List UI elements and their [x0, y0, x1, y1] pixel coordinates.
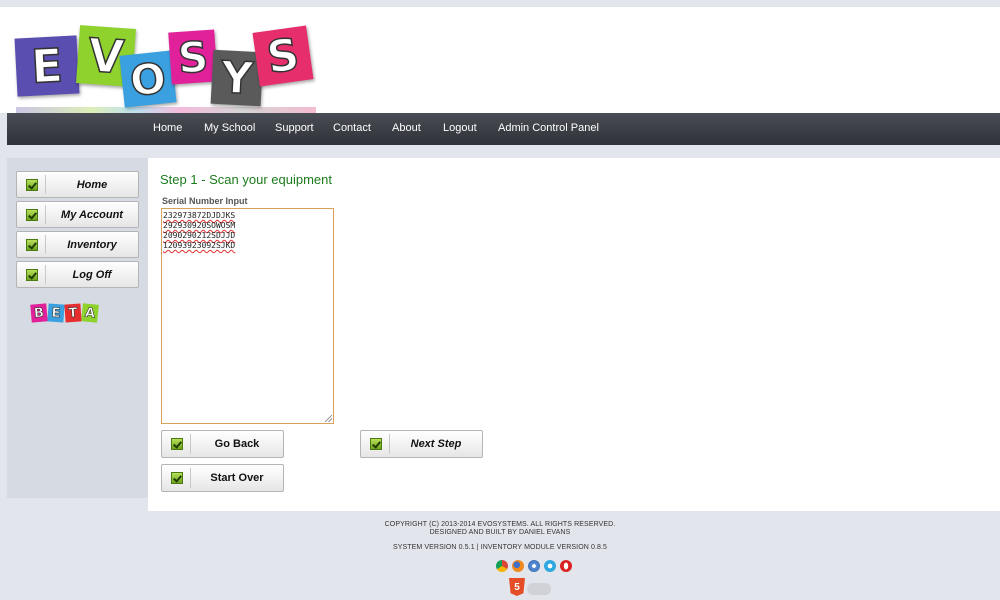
footer: COPYRIGHT (C) 2013-2014 EVOSYSTEMS. ALL … — [0, 511, 1000, 600]
version-text: SYSTEM VERSION 0.5.1 | INVENTORY MODULE … — [392, 544, 608, 551]
beta-letter-e: E — [47, 303, 65, 323]
ie-icon — [544, 560, 556, 572]
check-icon — [171, 438, 183, 450]
sidebar-item-label: My Account — [61, 208, 123, 221]
go-back-label: Go Back — [214, 438, 260, 450]
sidebar-item-inventory[interactable]: Inventory — [16, 231, 139, 258]
nav-contact[interactable]: Contact — [333, 113, 371, 145]
check-icon — [370, 438, 382, 450]
main-content: Step 1 - Scan your equipment Serial Numb… — [148, 158, 1000, 511]
logo-tile-e: E — [14, 35, 80, 97]
check-icon — [26, 179, 38, 191]
beta-letter-t: T — [64, 303, 82, 323]
html5-icon: 5 — [509, 578, 525, 596]
beta-letter-b: B — [30, 303, 48, 323]
top-strip — [0, 0, 1000, 7]
chrome-icon — [496, 560, 508, 572]
opera-icon — [560, 560, 572, 572]
nav-admin-control-panel[interactable]: Admin Control Panel — [498, 113, 599, 145]
sidebar-item-home[interactable]: Home — [16, 171, 139, 198]
firefox-icon — [512, 560, 524, 572]
start-over-label: Start Over — [210, 472, 264, 484]
sidebar-item-label: Home — [76, 178, 108, 191]
designed-by-text: DESIGNED AND BUILT BY DANIEL EVANS — [429, 529, 571, 536]
sidebar-item-label: Inventory — [67, 238, 117, 251]
serial-number-input[interactable]: 232973872DJDJKS 292930920SOWOSM 20902902… — [161, 208, 334, 424]
serial-line: 292930920SOWOSM — [163, 221, 236, 230]
serial-number-label: Serial Number Input — [162, 196, 248, 206]
sidebar: Home My Account Inventory Log Off B E T … — [7, 158, 148, 498]
sidebar-item-log-off[interactable]: Log Off — [16, 261, 139, 288]
beta-badge: B E T A — [30, 303, 101, 324]
serial-line: 232973872DJDJKS — [163, 211, 236, 220]
go-back-button[interactable]: Go Back — [161, 430, 284, 458]
next-step-label: Next Step — [410, 438, 462, 450]
resize-grip-icon[interactable] — [325, 415, 332, 422]
safari-icon — [528, 560, 540, 572]
copyright-text: COPYRIGHT (C) 2013-2014 EVOSYSTEMS. ALL … — [384, 521, 616, 528]
html5-tech-icons — [527, 583, 551, 595]
serial-line: 2090290212SDJJD — [163, 231, 236, 240]
nav-my-school[interactable]: My School — [204, 113, 255, 145]
header: E V O S Y S — [0, 7, 1000, 120]
check-icon — [171, 472, 183, 484]
main-nav: Home My School Support Contact About Log… — [7, 113, 1000, 145]
nav-logout[interactable]: Logout — [443, 113, 477, 145]
logo-tile-s2: S — [252, 25, 314, 87]
nav-home[interactable]: Home — [153, 113, 182, 145]
logo-tile-s: S — [168, 29, 218, 85]
sidebar-item-my-account[interactable]: My Account — [16, 201, 139, 228]
check-icon — [26, 209, 38, 221]
step-title: Step 1 - Scan your equipment — [160, 172, 332, 187]
logo-tile-o: O — [119, 50, 177, 108]
nav-about[interactable]: About — [392, 113, 421, 145]
next-step-button[interactable]: Next Step — [360, 430, 483, 458]
nav-support[interactable]: Support — [275, 113, 314, 145]
check-icon — [26, 269, 38, 281]
serial-line: 12093923092SJKD — [163, 241, 236, 250]
check-icon — [26, 239, 38, 251]
start-over-button[interactable]: Start Over — [161, 464, 284, 492]
beta-letter-a: A — [81, 303, 99, 323]
sidebar-item-label: Log Off — [72, 268, 112, 281]
